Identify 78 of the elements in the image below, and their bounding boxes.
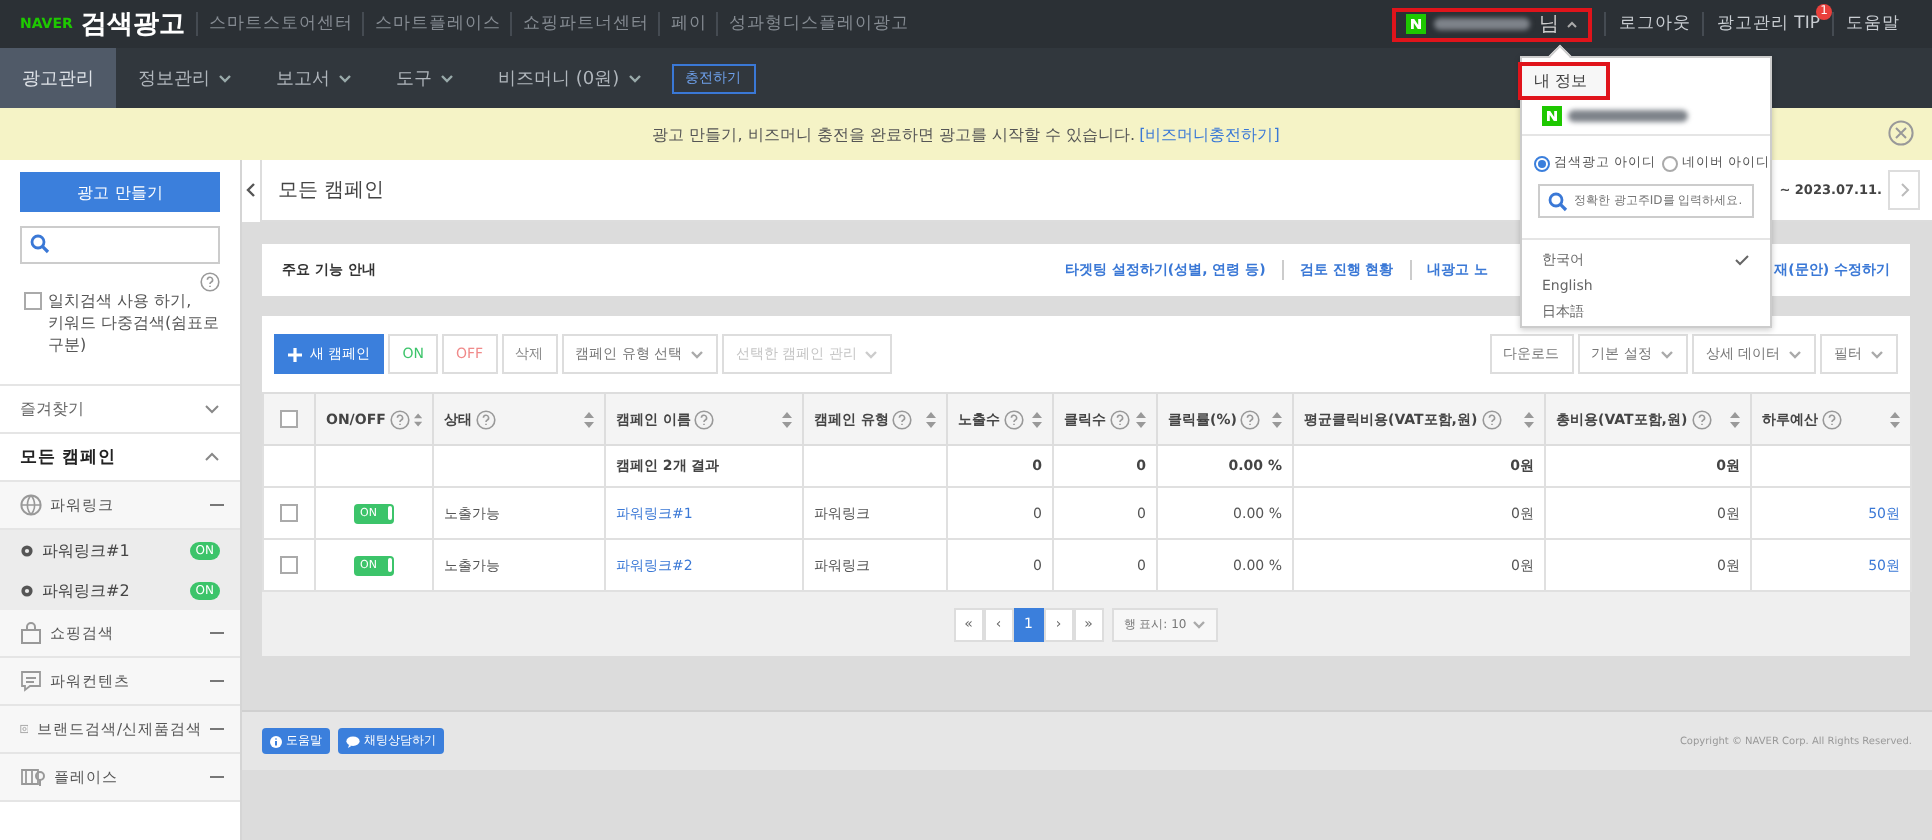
help-icon[interactable] xyxy=(1822,409,1842,429)
caret-icon xyxy=(1192,619,1207,629)
speech-bubble-icon xyxy=(20,670,42,692)
sort-icon[interactable] xyxy=(1890,411,1900,427)
select-all-checkbox[interactable] xyxy=(280,409,298,427)
charge-link[interactable]: [비즈머니충전하기] xyxy=(1139,123,1280,145)
sort-icon[interactable] xyxy=(782,411,792,427)
my-info-item[interactable]: 내 정보 xyxy=(1518,62,1610,100)
shopping-bag-icon xyxy=(20,622,42,644)
top-link[interactable]: 스마트스토어센터 xyxy=(196,12,363,36)
sort-icon[interactable] xyxy=(1524,411,1534,427)
top-link[interactable]: 스마트플레이스 xyxy=(362,12,511,36)
search-icon xyxy=(30,234,50,254)
caret-icon xyxy=(864,349,879,359)
chevron-right-icon xyxy=(1899,182,1909,198)
help-icon[interactable] xyxy=(200,272,220,292)
naver-n-icon xyxy=(1542,106,1562,126)
caret-icon xyxy=(218,73,232,83)
next-button[interactable] xyxy=(1888,170,1920,210)
row-checkbox[interactable] xyxy=(280,555,298,573)
nav-tab[interactable]: 보고서 xyxy=(254,48,374,108)
product-title[interactable]: 검색광고 xyxy=(80,6,185,42)
plus-icon xyxy=(288,347,302,361)
help-icon[interactable] xyxy=(389,409,410,429)
sort-icon[interactable] xyxy=(584,411,594,427)
checkbox[interactable] xyxy=(24,292,42,310)
blurred-text xyxy=(1434,18,1531,30)
sort-icon[interactable] xyxy=(1136,411,1146,427)
sidebar-section[interactable]: 즐겨찾기 xyxy=(0,386,240,434)
help-icon[interactable] xyxy=(1110,409,1130,429)
caret-icon xyxy=(1659,349,1674,359)
help-icon[interactable] xyxy=(1481,409,1502,429)
caret-up-icon xyxy=(1566,20,1579,28)
caret-icon xyxy=(627,73,642,83)
naver-n-icon xyxy=(1406,14,1427,34)
caret-icon xyxy=(338,73,352,83)
help-icon[interactable] xyxy=(1004,409,1024,429)
caret-icon xyxy=(1788,349,1802,359)
globe-icon xyxy=(20,494,42,516)
notice-text: 광고 만들기, 비즈머니 충전을 완료하면 광고를 시작할 수 있습니다. xyxy=(652,123,1136,145)
help-icon[interactable] xyxy=(1691,409,1712,429)
nav-tab[interactable]: 도구 xyxy=(374,48,476,108)
caret-icon xyxy=(440,73,454,83)
help-icon[interactable] xyxy=(476,409,496,429)
help-icon[interactable] xyxy=(892,409,913,429)
sort-icon[interactable] xyxy=(1272,411,1282,427)
top-right-link[interactable]: 도움말 xyxy=(1832,12,1912,36)
chevron-left-icon xyxy=(246,182,256,198)
row-checkbox[interactable] xyxy=(280,503,298,521)
top-link[interactable]: 페이 xyxy=(658,12,717,36)
close-icon[interactable] xyxy=(1888,120,1914,146)
sort-icon[interactable] xyxy=(926,411,936,427)
create-ad-button[interactable]: 광고 만들기 xyxy=(20,172,220,212)
info-icon xyxy=(270,735,282,747)
chevron-down-icon xyxy=(204,404,220,414)
chat-bubble-icon xyxy=(346,735,360,747)
collapse-button[interactable] xyxy=(242,159,262,221)
top-right-link[interactable]: 로그아웃 xyxy=(1604,12,1703,36)
nav-tab[interactable]: 비즈머니 (0원) xyxy=(476,48,664,108)
caret-icon xyxy=(690,349,704,359)
nav-tab[interactable]: 정보관리 xyxy=(116,48,254,108)
page-title: 모든 캠페인 xyxy=(278,178,385,204)
caret-icon xyxy=(1870,349,1884,359)
help-icon[interactable] xyxy=(694,409,715,429)
sort-icon[interactable] xyxy=(1730,411,1740,427)
sort-icon[interactable] xyxy=(1032,411,1042,427)
sort-icon[interactable] xyxy=(413,411,422,427)
help-icon[interactable] xyxy=(1240,409,1261,429)
search-field[interactable] xyxy=(20,226,220,264)
top-link[interactable]: 성과형디스플레이광고 xyxy=(716,12,919,36)
search-icon xyxy=(1548,192,1568,212)
nav-tab[interactable]: 광고관리 xyxy=(0,48,116,108)
checkbox-label: 일치검색 사용 하기, 키워드 다중검색(쉼표로 구분) xyxy=(48,290,222,356)
chevron-up-icon xyxy=(204,452,220,462)
map-icon xyxy=(20,766,46,788)
blurred-text xyxy=(1568,110,1688,122)
top-link[interactable]: 쇼핑파트너센터 xyxy=(510,12,659,36)
account-menu-button[interactable]: 님 xyxy=(1392,7,1593,41)
